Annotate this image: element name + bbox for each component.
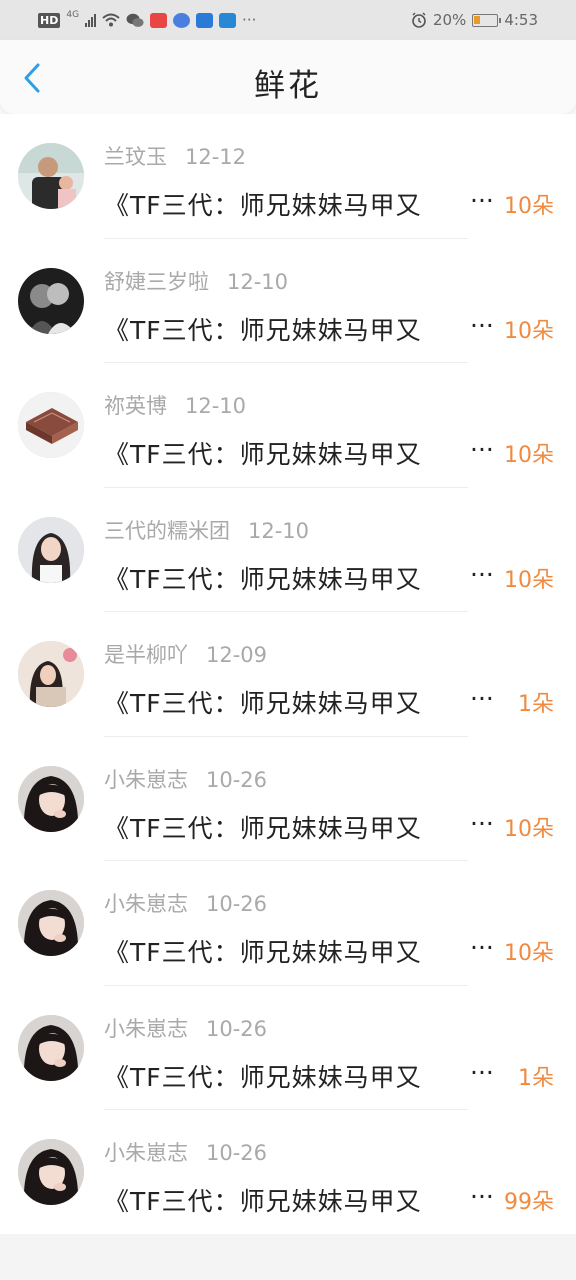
sender-name[interactable]: 小朱崽志 bbox=[104, 1141, 188, 1165]
avatar[interactable] bbox=[18, 143, 84, 209]
network-type: 4G bbox=[66, 10, 80, 20]
battery-percent: 20% bbox=[432, 11, 467, 29]
clock: 4:53 bbox=[504, 11, 538, 29]
title-ellipsis: ··· bbox=[470, 684, 494, 713]
flower-count: 99朵 bbox=[504, 1190, 554, 1215]
alarm-icon bbox=[412, 12, 426, 28]
avatar[interactable] bbox=[18, 392, 84, 458]
flower-count: 1朵 bbox=[518, 692, 554, 717]
book-title[interactable]: 《TF三代：师兄妹妹马甲又 bbox=[104, 933, 464, 969]
record-meta: 小朱崽志 10-26 bbox=[104, 1013, 267, 1043]
sender-name[interactable]: 小朱崽志 bbox=[104, 1017, 188, 1041]
flower-count: 10朵 bbox=[504, 318, 554, 344]
signal-icon bbox=[85, 13, 97, 27]
flower-count: 10朵 bbox=[504, 194, 554, 219]
page-title: 鲜花 bbox=[254, 68, 322, 104]
flower-count: 10朵 bbox=[504, 443, 554, 468]
title-ellipsis: ··· bbox=[470, 1182, 494, 1211]
flower-record-row[interactable]: 小朱崽志 10-26 《TF三代：师兄妹妹马甲又 ··· 10朵 bbox=[0, 737, 576, 861]
avatar[interactable] bbox=[18, 267, 84, 334]
book-title[interactable]: 《TF三代：师兄妹妹马甲又 bbox=[104, 1058, 464, 1094]
status-bar-left: HD 4G ··· bbox=[38, 10, 257, 29]
header: 鲜花 bbox=[0, 40, 576, 114]
status-bar: HD 4G ··· 20% 4:53 bbox=[0, 0, 576, 40]
sender-name[interactable]: 祢英博 bbox=[104, 394, 167, 418]
flower-record-row[interactable]: 舒婕三岁啦 12-10 《TF三代：师兄妹妹马甲又 ··· 10朵 bbox=[0, 239, 576, 363]
flower-count: 10朵 bbox=[504, 816, 554, 842]
music-icon bbox=[173, 12, 191, 28]
avatar[interactable] bbox=[18, 516, 84, 583]
sender-name[interactable]: 兰玟玉 bbox=[104, 145, 167, 169]
title-ellipsis: ··· bbox=[470, 559, 494, 589]
flower-record-list: 兰玟玉 12-12 《TF三代：师兄妹妹马甲又 ··· 10朵 舒婕三岁啦 12-1… bbox=[0, 114, 576, 1235]
flower-record-row[interactable]: 小朱崽志 10-26 《TF三代：师兄妹妹马甲又 ··· 1朵 bbox=[0, 986, 576, 1110]
record-meta: 祢英博 12-10 bbox=[104, 390, 246, 420]
flower-record-row[interactable]: 小朱崽志 10-26 《TF三代：师兄妹妹马甲又 ··· 99朵 bbox=[0, 1110, 576, 1235]
record-meta: 小朱崽志 10-26 bbox=[104, 764, 267, 794]
record-date: 12-10 bbox=[248, 518, 310, 543]
book-title[interactable]: 《TF三代：师兄妹妹马甲又 bbox=[104, 311, 464, 347]
flower-record-row[interactable]: 是半柳吖 12-09 《TF三代：师兄妹妹马甲又 ··· 1朵 bbox=[0, 612, 576, 737]
flower-count: 10朵 bbox=[504, 941, 554, 966]
battery-icon bbox=[472, 13, 502, 27]
record-meta: 兰玟玉 12-12 bbox=[104, 141, 246, 171]
record-date: 10-26 bbox=[206, 1016, 268, 1041]
record-date: 10-26 bbox=[206, 767, 268, 792]
title-ellipsis: ··· bbox=[470, 1057, 494, 1087]
record-meta: 三代的糯米团 12-10 bbox=[104, 515, 309, 545]
bottom-area bbox=[0, 1234, 576, 1280]
flower-count: 10朵 bbox=[504, 567, 554, 593]
record-meta: 小朱崽志 10-26 bbox=[104, 1137, 267, 1167]
book-title[interactable]: 《TF三代：师兄妹妹马甲又 bbox=[104, 186, 464, 222]
title-ellipsis: ··· bbox=[470, 186, 494, 215]
book-title[interactable]: 《TF三代：师兄妹妹马甲又 bbox=[104, 684, 464, 720]
sender-name[interactable]: 小朱崽志 bbox=[104, 768, 188, 792]
record-date: 12-10 bbox=[185, 394, 247, 418]
flower-record-row[interactable]: 小朱崽志 10-26 《TF三代：师兄妹妹马甲又 ··· 10朵 bbox=[0, 861, 576, 986]
flower-record-row[interactable]: 三代的糯米团 12-10 《TF三代：师兄妹妹马甲又 ··· 10朵 bbox=[0, 488, 576, 612]
flower-count: 1朵 bbox=[518, 1065, 554, 1091]
book-title[interactable]: 《TF三代：师兄妹妹马甲又 bbox=[104, 809, 464, 845]
record-date: 10-26 bbox=[206, 1141, 268, 1165]
flower-record-row[interactable]: 兰玟玉 12-12 《TF三代：师兄妹妹马甲又 ··· 10朵 bbox=[0, 114, 576, 239]
record-meta: 是半柳吖 12-09 bbox=[104, 639, 267, 669]
app-notification-icon bbox=[219, 12, 237, 28]
avatar[interactable] bbox=[18, 890, 84, 956]
more-notifications-icon: ··· bbox=[242, 11, 257, 29]
flower-record-row[interactable]: 祢英博 12-10 《TF三代：师兄妹妹马甲又 ··· 10朵 bbox=[0, 363, 576, 488]
record-date: 10-26 bbox=[206, 892, 268, 916]
sender-name[interactable]: 三代的糯米团 bbox=[104, 519, 230, 543]
avatar[interactable] bbox=[18, 1139, 84, 1205]
record-meta: 舒婕三岁啦 12-10 bbox=[104, 266, 288, 296]
avatar[interactable] bbox=[18, 1014, 84, 1081]
record-date: 12-10 bbox=[227, 269, 289, 294]
wechat-icon bbox=[126, 13, 144, 27]
record-meta: 小朱崽志 10-26 bbox=[104, 888, 267, 918]
record-date: 12-12 bbox=[185, 145, 247, 169]
status-bar-right: 20% 4:53 bbox=[411, 11, 538, 29]
title-ellipsis: ··· bbox=[470, 933, 494, 962]
title-ellipsis: ··· bbox=[470, 435, 494, 464]
title-ellipsis: ··· bbox=[470, 310, 494, 340]
avatar[interactable] bbox=[18, 765, 84, 832]
app-notification-icon bbox=[196, 12, 214, 28]
book-title[interactable]: 《TF三代：师兄妹妹马甲又 bbox=[104, 435, 464, 471]
sender-name[interactable]: 是半柳吖 bbox=[104, 643, 188, 667]
wifi-icon bbox=[102, 13, 120, 27]
sender-name[interactable]: 小朱崽志 bbox=[104, 892, 188, 916]
book-title[interactable]: 《TF三代：师兄妹妹马甲又 bbox=[104, 560, 464, 596]
book-title[interactable]: 《TF三代：师兄妹妹马甲又 bbox=[104, 1182, 464, 1218]
title-ellipsis: ··· bbox=[470, 808, 494, 838]
sender-name[interactable]: 舒婕三岁啦 bbox=[104, 270, 209, 294]
hd-icon: HD bbox=[38, 12, 61, 28]
avatar[interactable] bbox=[18, 641, 84, 707]
app-notification-icon bbox=[150, 12, 168, 28]
record-date: 12-09 bbox=[206, 643, 268, 667]
